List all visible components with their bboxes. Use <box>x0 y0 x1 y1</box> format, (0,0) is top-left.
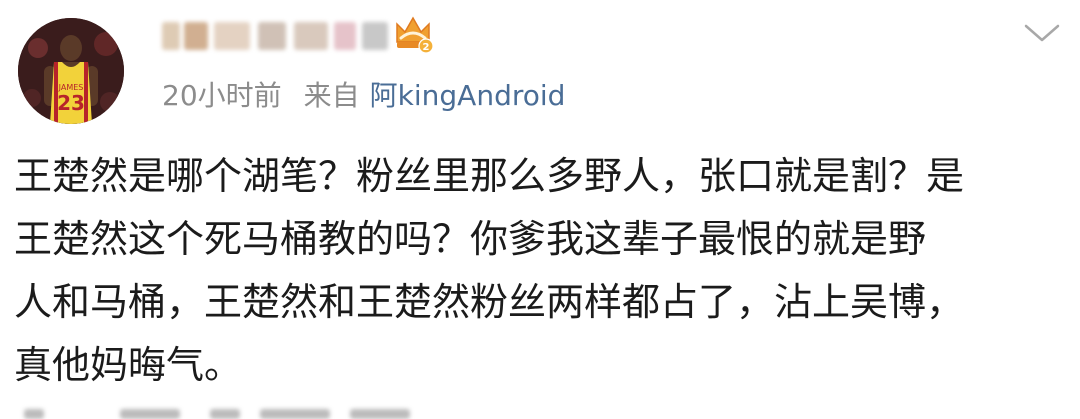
chevron-down-icon[interactable] <box>1022 18 1062 48</box>
from-label: 来自 <box>303 79 360 112</box>
content-line: 王楚然这个死马桶教的吗？你爹我这辈子最恨的就是野 <box>14 217 927 261</box>
next-item-partial <box>0 405 1080 419</box>
crown-level-icon: 2 <box>392 12 434 54</box>
content-line: 人和马桶，王楚然和王楚然粉丝两样都占了，沾上吴博， <box>14 280 965 324</box>
post-source-link[interactable]: 阿kingAndroid <box>370 79 566 112</box>
weibo-post: JAMES 23 2 20小时前 来自 阿kingAndroid 王楚然是哪个湖笔？… <box>0 0 1080 419</box>
jersey-number: 23 <box>57 91 85 115</box>
content-line: 真他妈晦气。 <box>14 343 243 387</box>
crown-level: 2 <box>423 42 430 53</box>
username-blurred[interactable] <box>162 16 392 56</box>
user-avatar[interactable]: JAMES 23 <box>18 18 124 124</box>
avatar-basketball-player: JAMES 23 <box>18 18 124 124</box>
post-content: 王楚然是哪个湖笔？粉丝里那么多野人，张口就是割？是 王楚然这个死马桶教的吗？你爹… <box>14 145 1064 397</box>
content-line: 王楚然是哪个湖笔？粉丝里那么多野人，张口就是割？是 <box>14 154 965 198</box>
post-time: 20小时前 <box>162 79 282 112</box>
post-meta: 20小时前 来自 阿kingAndroid <box>162 78 565 114</box>
